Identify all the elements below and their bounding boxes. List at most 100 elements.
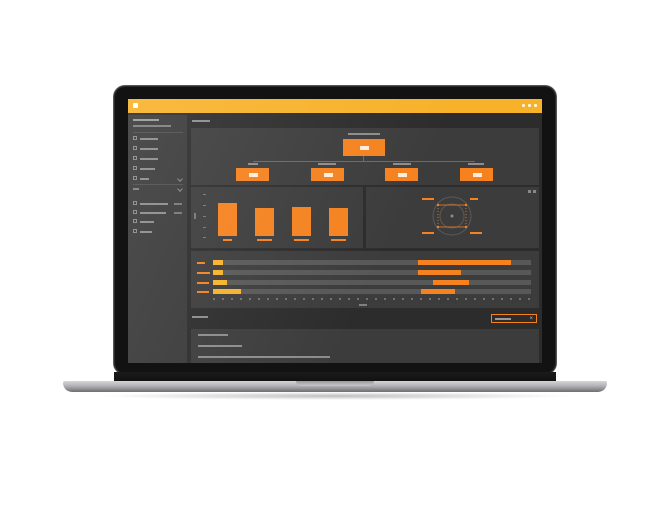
sidebar-item[interactable]: [133, 176, 185, 182]
app-icon[interactable]: [133, 103, 138, 108]
sidebar-divider: [133, 184, 183, 185]
sidebar-item[interactable]: [133, 201, 185, 207]
radar-point: [436, 203, 440, 207]
laptop-notch: [296, 381, 374, 386]
sidebar-item-label: [140, 178, 149, 180]
hierarchy-node[interactable]: [311, 168, 344, 181]
window-controls[interactable]: [522, 104, 537, 107]
dot-icon[interactable]: [534, 104, 537, 107]
sidebar-item-count: [174, 212, 182, 214]
sidebar-item[interactable]: [133, 219, 185, 225]
list-icon: [133, 156, 137, 160]
section-title: [192, 316, 208, 318]
radar-point: [464, 203, 468, 207]
radar-label: [422, 232, 434, 234]
x-axis-label: [359, 304, 367, 306]
search-input[interactable]: ×: [491, 314, 537, 323]
detail-line: [198, 345, 242, 347]
timeline-segment[interactable]: [213, 260, 223, 265]
hierarchy-root-node[interactable]: [343, 139, 385, 156]
sidebar-item[interactable]: [133, 156, 185, 162]
x-tick-label: [331, 239, 346, 241]
laptop-shadow: [95, 392, 575, 400]
bar[interactable]: [292, 207, 311, 236]
sidebar-item[interactable]: [133, 146, 185, 152]
bar[interactable]: [218, 203, 237, 236]
bar[interactable]: [255, 208, 274, 236]
timeline-segment[interactable]: [433, 280, 469, 285]
hierarchy-node[interactable]: [460, 168, 493, 181]
app-titlebar: [128, 99, 542, 113]
node-label: [360, 145, 369, 150]
timeline-segment[interactable]: [213, 270, 223, 275]
timeline-segment[interactable]: [418, 270, 461, 275]
sidebar-item[interactable]: [133, 210, 185, 216]
search-placeholder: [495, 318, 511, 320]
sidebar-item-label: [140, 168, 155, 170]
radar-point: [436, 225, 440, 229]
radar-point: [464, 225, 468, 229]
sidebar-section-header[interactable]: [133, 186, 185, 192]
node-label: [248, 172, 258, 177]
bar-chart-panel: [191, 187, 363, 248]
dot-icon[interactable]: [528, 104, 531, 107]
detail-line: [198, 356, 330, 358]
sidebar-item-label: [140, 138, 158, 140]
grid-icon: [133, 201, 137, 205]
x-axis-ticks: [213, 298, 531, 300]
timeline-segment[interactable]: [213, 280, 227, 285]
close-icon[interactable]: ×: [529, 316, 533, 322]
y-tick: [203, 194, 206, 195]
hierarchy-root-label: [348, 133, 380, 135]
sidebar-item-label: [140, 148, 158, 150]
y-tick: [203, 227, 206, 228]
y-tick: [203, 216, 206, 217]
timeline-row[interactable]: [213, 260, 531, 265]
node-label: [472, 172, 482, 177]
hierarchy-node-label: [318, 163, 336, 165]
grid-icon: [133, 229, 137, 233]
radar-label: [422, 198, 434, 200]
x-tick-label: [294, 239, 309, 241]
timeline-segment[interactable]: [418, 260, 511, 265]
connector-line: [253, 161, 475, 162]
chevron-down-icon[interactable]: [177, 176, 183, 182]
list-icon: [133, 166, 137, 170]
sidebar-item-label: [140, 231, 152, 233]
hierarchy-node[interactable]: [236, 168, 269, 181]
grid-icon: [133, 210, 137, 214]
chevron-down-icon[interactable]: [177, 186, 183, 192]
sidebar-section-label: [133, 188, 139, 190]
list-icon: [133, 176, 137, 180]
sidebar-item[interactable]: [133, 136, 185, 142]
timeline-segment[interactable]: [213, 289, 241, 294]
y-tick: [203, 205, 206, 206]
sidebar-title: [133, 119, 159, 121]
node-label: [323, 172, 333, 177]
sidebar-item-label: [140, 221, 154, 223]
radar-label: [470, 232, 482, 234]
bar[interactable]: [329, 208, 348, 236]
sidebar-item[interactable]: [133, 229, 185, 235]
timeline-row[interactable]: [213, 289, 531, 294]
timeline-panel: [191, 251, 539, 308]
hierarchy-node-label: [248, 163, 258, 165]
hierarchy-panel: [191, 128, 539, 185]
sidebar-subtitle: [133, 125, 171, 127]
sidebar-item[interactable]: [133, 166, 185, 172]
list-icon: [133, 146, 137, 150]
timeline-row[interactable]: [213, 270, 531, 275]
timeline-segment[interactable]: [421, 289, 455, 294]
node-label: [397, 172, 407, 177]
page-title: [192, 120, 210, 122]
row-label: [197, 291, 209, 293]
row-label: [197, 262, 205, 264]
radar-center: [450, 214, 454, 218]
sidebar-item-label: [140, 212, 166, 214]
dot-icon[interactable]: [522, 104, 525, 107]
hierarchy-node[interactable]: [385, 168, 418, 181]
sidebar-divider: [133, 132, 183, 133]
hierarchy-node-label: [468, 163, 484, 165]
radar-panel: [366, 187, 539, 248]
timeline-row[interactable]: [213, 280, 531, 285]
